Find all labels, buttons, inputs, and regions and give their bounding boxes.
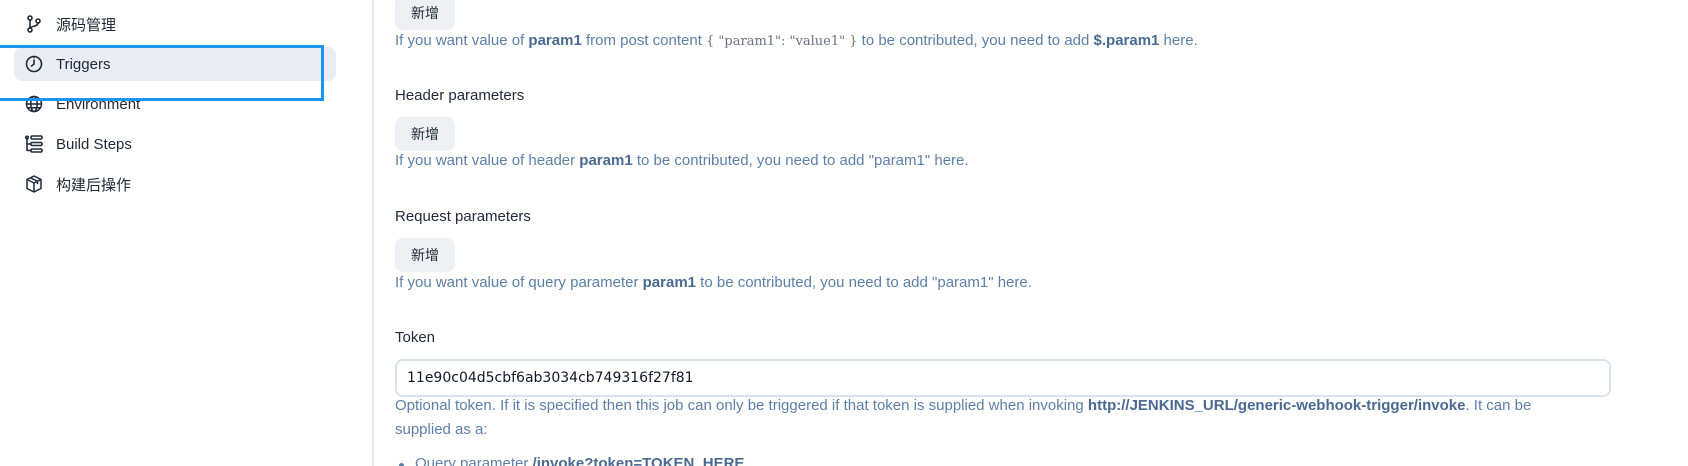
help-text: If you want value of header xyxy=(395,152,580,169)
help-query: /invoke?token=TOKEN_HERE xyxy=(532,455,745,466)
sidebar-item-label: 源码管理 xyxy=(56,16,117,34)
token-help: Optional token. If it is specified then … xyxy=(395,394,1575,442)
add-header-param-button[interactable]: 新增 xyxy=(395,117,455,151)
help-code: { "param1": "value1" } xyxy=(706,34,858,49)
sidebar-divider xyxy=(372,0,374,466)
token-help-bullet: Query parameter /invoke?token=TOKEN_HERE xyxy=(398,455,745,466)
add-post-content-param-button[interactable]: 新增 xyxy=(395,0,455,30)
post-content-help: If you want value of param1 from post co… xyxy=(395,32,1198,49)
header-parameters-label: Header parameters xyxy=(395,87,525,104)
sidebar-item-label: Build Steps xyxy=(56,135,132,153)
sidebar-item-source-management[interactable]: 源码管理 xyxy=(14,7,336,41)
add-request-param-button[interactable]: 新增 xyxy=(395,238,455,272)
main-content: 新增 If you want value of param1 from post… xyxy=(395,0,1675,466)
help-param: param1 xyxy=(642,274,697,291)
source-branch-icon xyxy=(24,14,44,34)
help-text: to be contributed, you need to add xyxy=(857,32,1094,49)
help-text: Query parameter xyxy=(415,455,533,466)
help-url: http://JENKINS_URL/generic-webhook-trigg… xyxy=(1087,397,1466,414)
help-text: Optional token. If it is specified then … xyxy=(395,397,1088,414)
help-jsonpath: $.param1 xyxy=(1093,32,1160,49)
header-params-help: If you want value of header param1 to be… xyxy=(395,152,969,169)
package-icon xyxy=(24,174,44,194)
list-steps-icon xyxy=(24,134,44,154)
page: 源码管理 Triggers Environment Build Steps 构建… xyxy=(0,0,1688,466)
help-text: If you want value of xyxy=(395,32,529,49)
sidebar-item-label: 构建后操作 xyxy=(56,176,132,194)
sidebar-item-build-steps[interactable]: Build Steps xyxy=(14,127,336,161)
help-text: If you want value of query parameter xyxy=(395,274,643,291)
request-params-help: If you want value of query parameter par… xyxy=(395,274,1032,291)
sidebar-item-post-build-actions[interactable]: 构建后操作 xyxy=(14,167,336,201)
help-text: from post content xyxy=(581,32,707,49)
token-label: Token xyxy=(395,329,436,346)
help-param: param1 xyxy=(528,32,582,49)
token-input[interactable] xyxy=(395,359,1611,397)
help-text: to be contributed, you need to add "para… xyxy=(696,274,1032,291)
selection-highlight xyxy=(0,45,324,101)
help-text: here. xyxy=(1159,32,1198,49)
help-param: param1 xyxy=(579,152,633,169)
sidebar: 源码管理 Triggers Environment Build Steps 构建… xyxy=(0,0,372,466)
help-text: to be contributed, you need to add "para… xyxy=(632,152,969,169)
request-parameters-label: Request parameters xyxy=(395,208,531,225)
